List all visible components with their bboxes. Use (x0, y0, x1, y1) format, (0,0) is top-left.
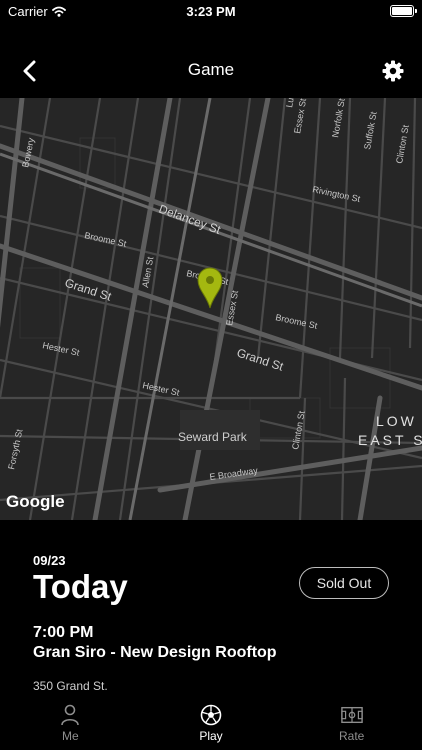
status-bar: Carrier 3:23 PM (0, 0, 422, 24)
area-label-line2: EAST S (358, 432, 422, 448)
soccer-ball-icon (200, 704, 222, 726)
navigation-bar: Game (0, 44, 422, 96)
tab-rate[interactable]: Rate (281, 698, 422, 750)
tab-me[interactable]: Me (0, 698, 141, 750)
settings-button[interactable] (378, 56, 408, 86)
street-label-ludlow: Lu (284, 98, 296, 108)
tab-bar: Me Play Rate (0, 698, 422, 750)
event-day: Today (33, 568, 128, 605)
event-venue: Gran Siro - New Design Rooftop (33, 644, 277, 661)
sold-out-button[interactable]: Sold Out (299, 567, 389, 599)
place-label-seward-park: Seward Park (178, 430, 248, 444)
page-title: Game (187, 60, 235, 79)
map-attribution-logo: Google (6, 492, 65, 511)
tab-label-me: Me (62, 729, 79, 743)
game-screen: Carrier 3:23 PM Game Bowery Delancey St … (0, 0, 422, 750)
field-icon (340, 704, 363, 726)
event-address: 350 Grand St. (33, 679, 108, 693)
event-date: 09/23 (33, 553, 66, 568)
event-info: 09/23 Today Sold Out 7:00 PM Gran Siro -… (0, 520, 422, 698)
tab-label-play: Play (199, 729, 223, 743)
map-canvas: Bowery Delancey St Broome St Broome St B… (0, 98, 422, 520)
battery-icon (390, 5, 417, 17)
area-label-line1: LOW (376, 413, 417, 429)
tab-play[interactable]: Play (141, 698, 282, 750)
person-icon (59, 704, 81, 726)
tab-label-rate: Rate (339, 729, 365, 743)
map-view[interactable]: Bowery Delancey St Broome St Broome St B… (0, 98, 422, 520)
gear-icon (382, 60, 404, 82)
event-time: 7:00 PM (33, 624, 94, 641)
status-time: 3:23 PM (186, 4, 236, 19)
